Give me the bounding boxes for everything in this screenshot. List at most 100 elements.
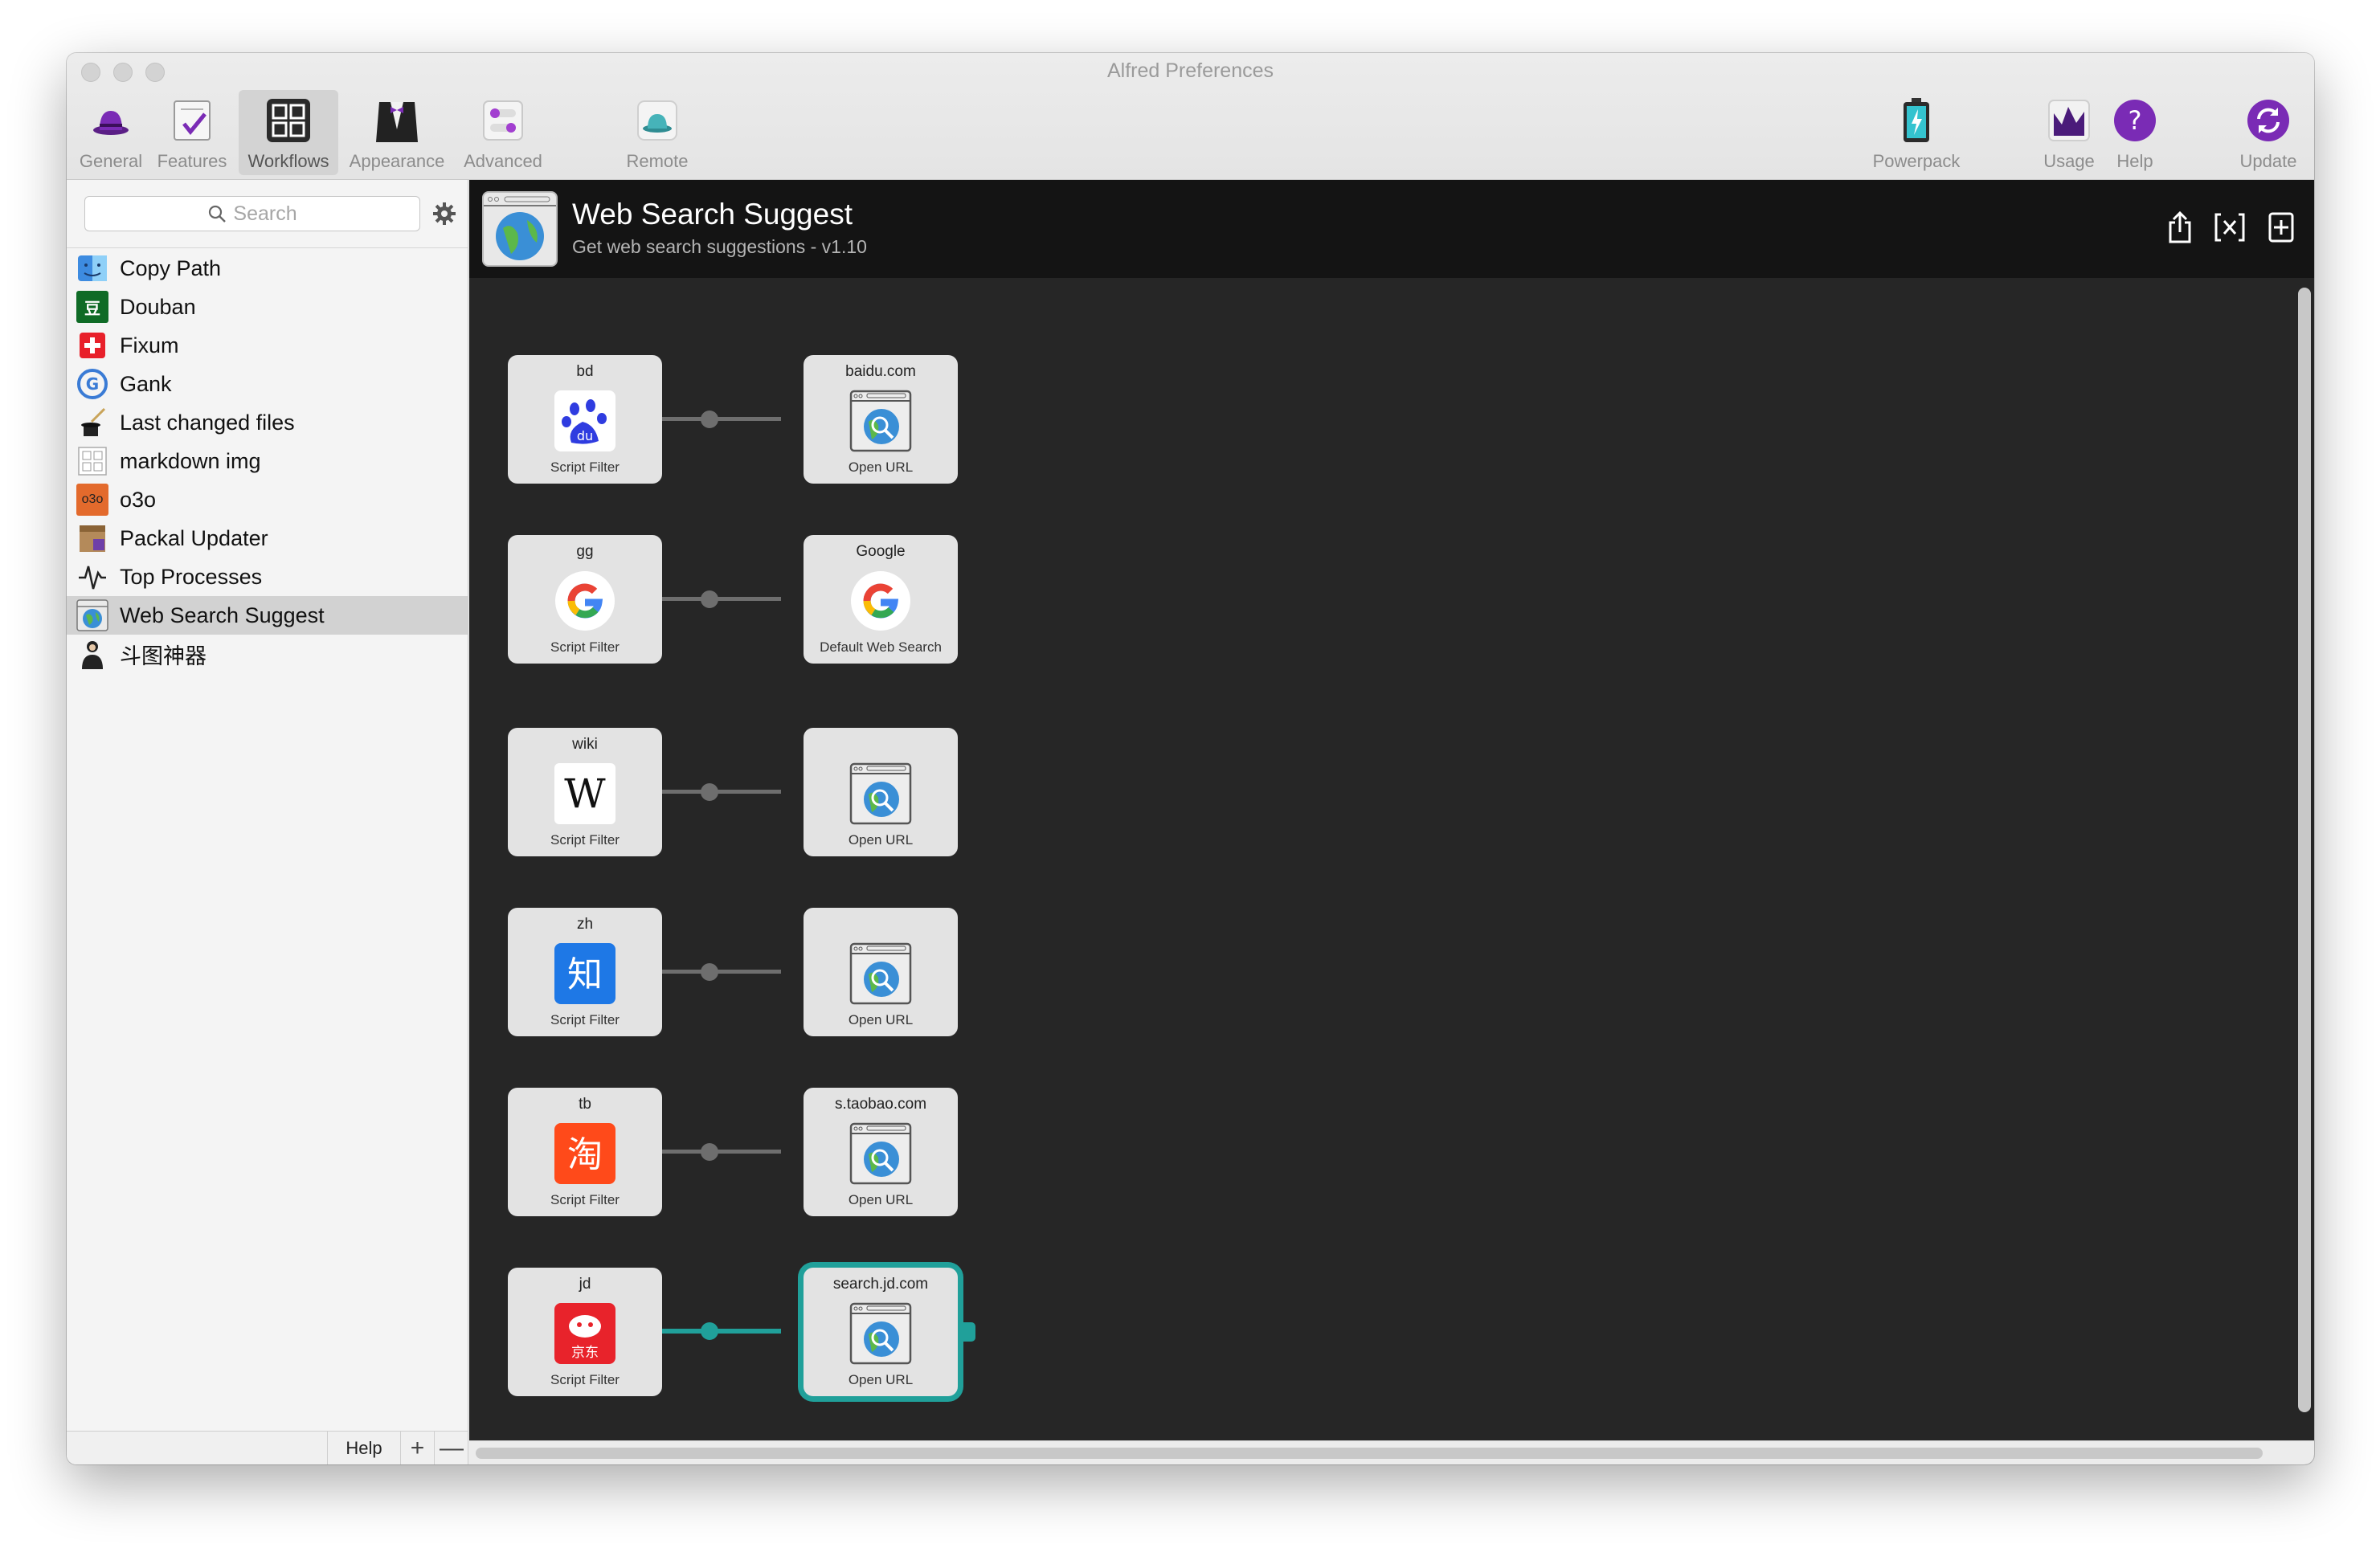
horizontal-scrollbar-track — [469, 1440, 2314, 1464]
workflow-item-gank[interactable]: G Gank — [67, 365, 468, 403]
toolbar-help[interactable]: ? Help — [2103, 90, 2167, 175]
svg-text:G: G — [86, 374, 99, 394]
workflow-item-fixum[interactable]: Fixum — [67, 326, 468, 365]
workflows-sidebar: Search Copy Path 豆 Douban Fixum G Gank L… — [67, 180, 468, 1464]
sidebar-help-button[interactable]: Help — [327, 1432, 401, 1464]
workflow-search-input[interactable]: Search — [84, 196, 420, 231]
workflow-list: Copy Path 豆 Douban Fixum G Gank Last cha… — [67, 249, 468, 673]
open-url-node-wiki[interactable]: Open URL — [804, 728, 958, 856]
svg-text:W: W — [564, 770, 606, 817]
packal-box-icon — [76, 522, 108, 554]
script-filter-node-gg[interactable]: gg Script Filter — [508, 535, 662, 664]
script-filter-node-zh[interactable]: zh 知 Script Filter — [508, 908, 662, 1036]
workflow-name: Gank — [120, 371, 172, 396]
script-filter-node-tb[interactable]: tb 淘 Script Filter — [508, 1088, 662, 1216]
script-filter-node-jd[interactable]: jd 京东 Script Filter — [508, 1268, 662, 1396]
open-url-icon — [849, 762, 913, 826]
toolbar-general[interactable]: General — [78, 90, 144, 175]
default-web-search-node-google[interactable]: Google Default Web Search — [804, 535, 958, 664]
variables-icon[interactable] — [2211, 209, 2248, 246]
workflows-grid-icon — [264, 96, 313, 145]
workflow-item-douban[interactable]: 豆 Douban — [67, 288, 468, 326]
baidu-icon: du — [553, 389, 617, 453]
fixum-icon — [76, 329, 108, 361]
workflow-item-copy-path[interactable]: Copy Path — [67, 249, 468, 288]
workflow-item-markdown-img[interactable]: markdown img — [67, 442, 468, 480]
connection-dot[interactable] — [701, 963, 718, 981]
workflow-item-doutu[interactable]: 斗图神器 — [67, 635, 468, 673]
open-url-node-baidu[interactable]: baidu.com Open URL — [804, 355, 958, 484]
connection-dot[interactable] — [701, 411, 718, 428]
wikipedia-icon: W — [553, 762, 617, 826]
globe-window-icon[interactable] — [482, 191, 558, 267]
douban-icon: 豆 — [76, 291, 108, 323]
globe-window-icon — [76, 599, 108, 631]
toolbar-appearance[interactable]: Appearance — [345, 90, 449, 175]
output-connector-handle[interactable] — [963, 1322, 975, 1342]
search-icon — [209, 205, 227, 223]
workflow-name: Fixum — [120, 333, 179, 357]
svg-text:?: ? — [2129, 105, 2142, 136]
toolbar-update[interactable]: Update — [2228, 90, 2308, 175]
alfred-preferences-window: Alfred Preferences General Features Work… — [67, 53, 2314, 1464]
workflow-item-last-changed-files[interactable]: Last changed files — [67, 403, 468, 442]
jd-icon: 京东 — [553, 1301, 617, 1366]
toolbar-powerpack[interactable]: Powerpack — [1865, 90, 1968, 175]
o3o-icon: o3o — [76, 484, 108, 516]
open-url-node-zhihu[interactable]: Open URL — [804, 908, 958, 1036]
sidebar-divider — [67, 247, 468, 248]
toolbar-remote[interactable]: Remote — [613, 90, 701, 175]
toolbar-advanced[interactable]: Advanced — [459, 90, 547, 175]
workflow-item-web-search-suggest[interactable]: Web Search Suggest — [67, 596, 468, 635]
share-icon[interactable] — [2161, 209, 2198, 246]
sidebar-bottom-bar: Help + — — [67, 1431, 468, 1464]
toolbar-workflows[interactable]: Workflows — [239, 90, 338, 175]
activity-icon — [76, 561, 108, 593]
workflow-name: Douban — [120, 294, 196, 319]
add-object-icon[interactable] — [2263, 209, 2300, 246]
script-filter-node-bd[interactable]: bd du Script Filter — [508, 355, 662, 484]
script-filter-node-wiki[interactable]: wiki W Script Filter — [508, 728, 662, 856]
workflow-subtitle: Get web search suggestions - v1.10 — [572, 236, 867, 257]
workflow-editor: Web Search Suggest Get web search sugges… — [469, 180, 2314, 1464]
remove-workflow-button[interactable]: — — [435, 1432, 468, 1464]
advanced-toggles-icon — [479, 96, 527, 145]
markdown-grid-icon — [76, 445, 108, 477]
zhihu-icon: 知 — [553, 942, 617, 1006]
finder-icon — [76, 252, 108, 284]
gear-icon[interactable] — [431, 201, 457, 227]
connection-dot[interactable] — [701, 590, 718, 608]
workflow-title: Web Search Suggest — [572, 198, 853, 231]
workflow-item-o3o[interactable]: o3o o3o — [67, 480, 468, 519]
usage-chart-icon — [2045, 96, 2093, 145]
workflow-name: 斗图神器 — [120, 643, 207, 668]
connection-dot[interactable] — [701, 783, 718, 801]
workflow-name: markdown img — [120, 448, 261, 473]
open-url-node-jd[interactable]: search.jd.com Open URL — [804, 1268, 958, 1396]
workflow-item-packal-updater[interactable]: Packal Updater — [67, 519, 468, 558]
open-url-icon — [849, 389, 913, 453]
tuxedo-icon — [373, 96, 421, 145]
hat-icon — [87, 96, 135, 145]
toolbar-usage[interactable]: Usage — [2037, 90, 2101, 175]
add-workflow-button[interactable]: + — [401, 1432, 435, 1464]
open-url-icon — [849, 1121, 913, 1186]
workflow-name: Last changed files — [120, 410, 295, 435]
svg-text:淘: 淘 — [567, 1134, 603, 1175]
help-icon: ? — [2111, 96, 2159, 145]
workflow-name: Copy Path — [120, 255, 222, 280]
update-icon — [2244, 96, 2292, 145]
titlebar: Alfred Preferences General Features Work… — [67, 53, 2314, 180]
features-checklist-icon — [168, 96, 216, 145]
workflow-item-top-processes[interactable]: Top Processes — [67, 558, 468, 596]
connection-dot[interactable] — [701, 1143, 718, 1161]
open-url-icon — [849, 942, 913, 1006]
google-icon — [553, 569, 617, 633]
workflow-header: Web Search Suggest Get web search sugges… — [469, 180, 2314, 278]
workflow-name: o3o — [120, 487, 157, 512]
vertical-scrollbar[interactable] — [2298, 288, 2311, 1412]
open-url-node-taobao[interactable]: s.taobao.com Open URL — [804, 1088, 958, 1216]
horizontal-scrollbar[interactable] — [476, 1448, 2263, 1459]
toolbar-features[interactable]: Features — [157, 90, 227, 175]
connection-dot[interactable] — [701, 1322, 718, 1340]
